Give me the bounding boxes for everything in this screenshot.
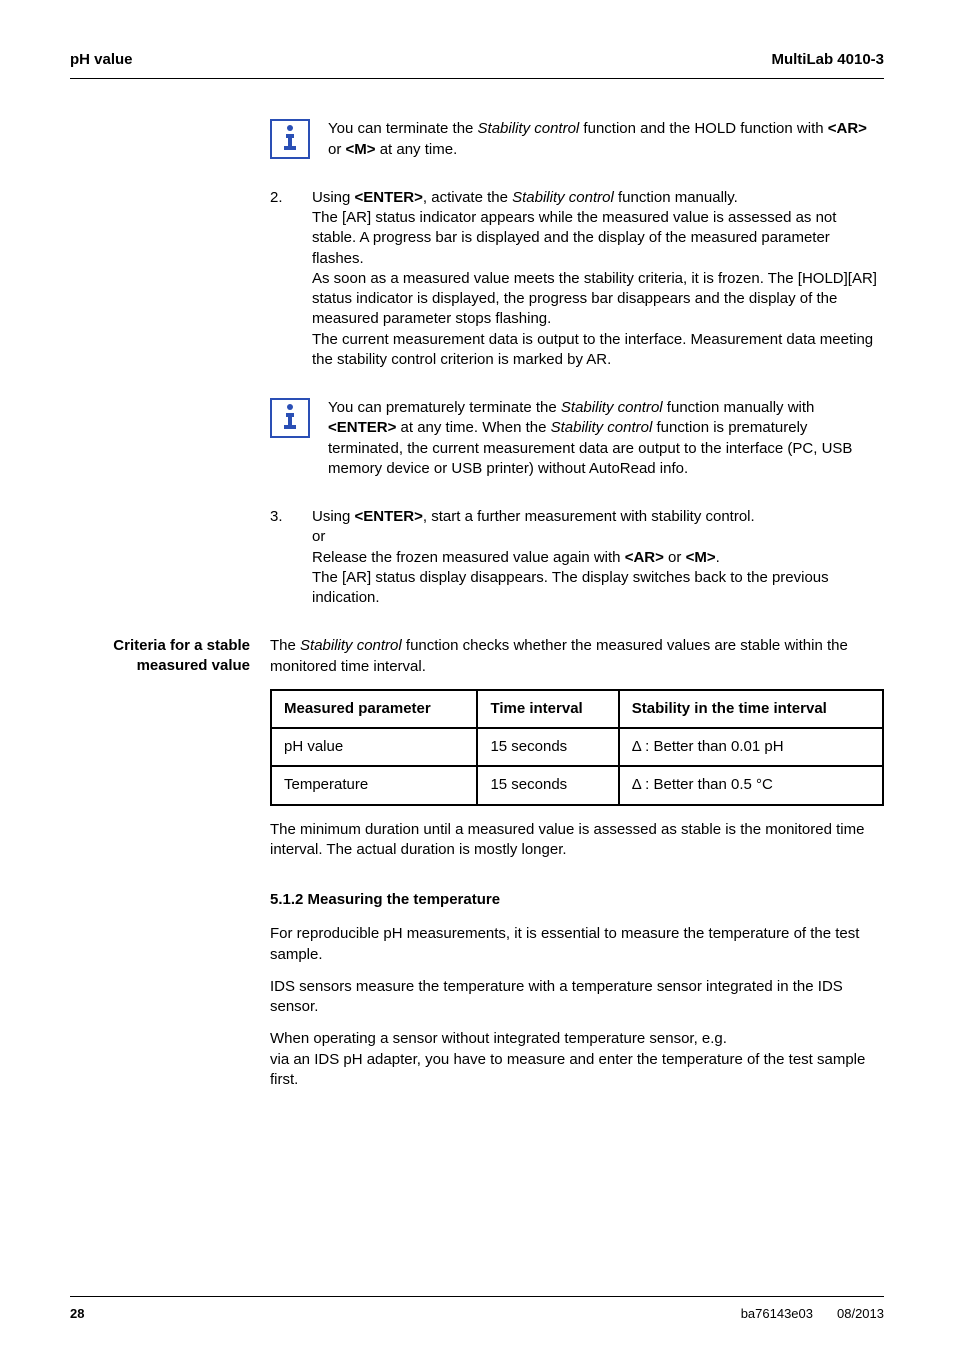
cell-interval: 15 seconds [477,766,618,804]
th-stability: Stability in the time interval [619,690,883,728]
criteria-table: Measured parameter Time interval Stabili… [270,689,884,806]
cell-parameter: pH value [271,728,477,766]
header-rule [70,78,884,79]
header-left: pH value [70,50,133,70]
criteria-body: The Stability control function checks wh… [270,636,884,1102]
info-icon [270,398,310,438]
criteria-section: Criteria for a stable measured value The… [70,636,884,1102]
info-note-2: You can prematurely terminate the Stabil… [270,398,884,479]
step-3-body: Using <ENTER>, start a further measureme… [312,507,884,608]
info-text-1: You can terminate the Stability control … [328,119,884,160]
step-2-body: Using <ENTER>, activate the Stability co… [312,188,884,370]
doc-id: ba76143e03 [741,1305,813,1323]
table-header-row: Measured parameter Time interval Stabili… [271,690,883,728]
table-row: pH value 15 seconds Δ : Better than 0.01… [271,728,883,766]
table-row: Temperature 15 seconds Δ : Better than 0… [271,766,883,804]
page-number: 28 [70,1305,84,1323]
section-p1: For reproducible pH measurements, it is … [270,924,884,965]
cell-stability: Δ : Better than 0.5 °C [619,766,883,804]
header-right: MultiLab 4010-3 [771,50,884,70]
info-text-2: You can prematurely terminate the Stabil… [328,398,884,479]
criteria-intro: The Stability control function checks wh… [270,636,884,677]
info-note-1: You can terminate the Stability control … [270,119,884,160]
criteria-outro: The minimum duration until a measured va… [270,820,884,861]
step-3-number: 3. [270,507,294,608]
section-p3: When operating a sensor without integrat… [270,1029,884,1090]
section-heading: 5.1.2 Measuring the temperature [270,890,884,910]
page-footer: 28 ba76143e03 08/2013 [70,1296,884,1323]
doc-date: 08/2013 [837,1305,884,1323]
section-p2: IDS sensors measure the temperature with… [270,977,884,1018]
cell-stability: Δ : Better than 0.01 pH [619,728,883,766]
info-icon [270,119,310,159]
th-parameter: Measured parameter [271,690,477,728]
th-interval: Time interval [477,690,618,728]
step-2-number: 2. [270,188,294,370]
page-header: pH value MultiLab 4010-3 [70,50,884,70]
main-content: You can terminate the Stability control … [270,119,884,608]
cell-parameter: Temperature [271,766,477,804]
step-3: 3. Using <ENTER>, start a further measur… [270,507,884,608]
criteria-label: Criteria for a stable measured value [70,636,250,1102]
cell-interval: 15 seconds [477,728,618,766]
step-2: 2. Using <ENTER>, activate the Stability… [270,188,884,370]
